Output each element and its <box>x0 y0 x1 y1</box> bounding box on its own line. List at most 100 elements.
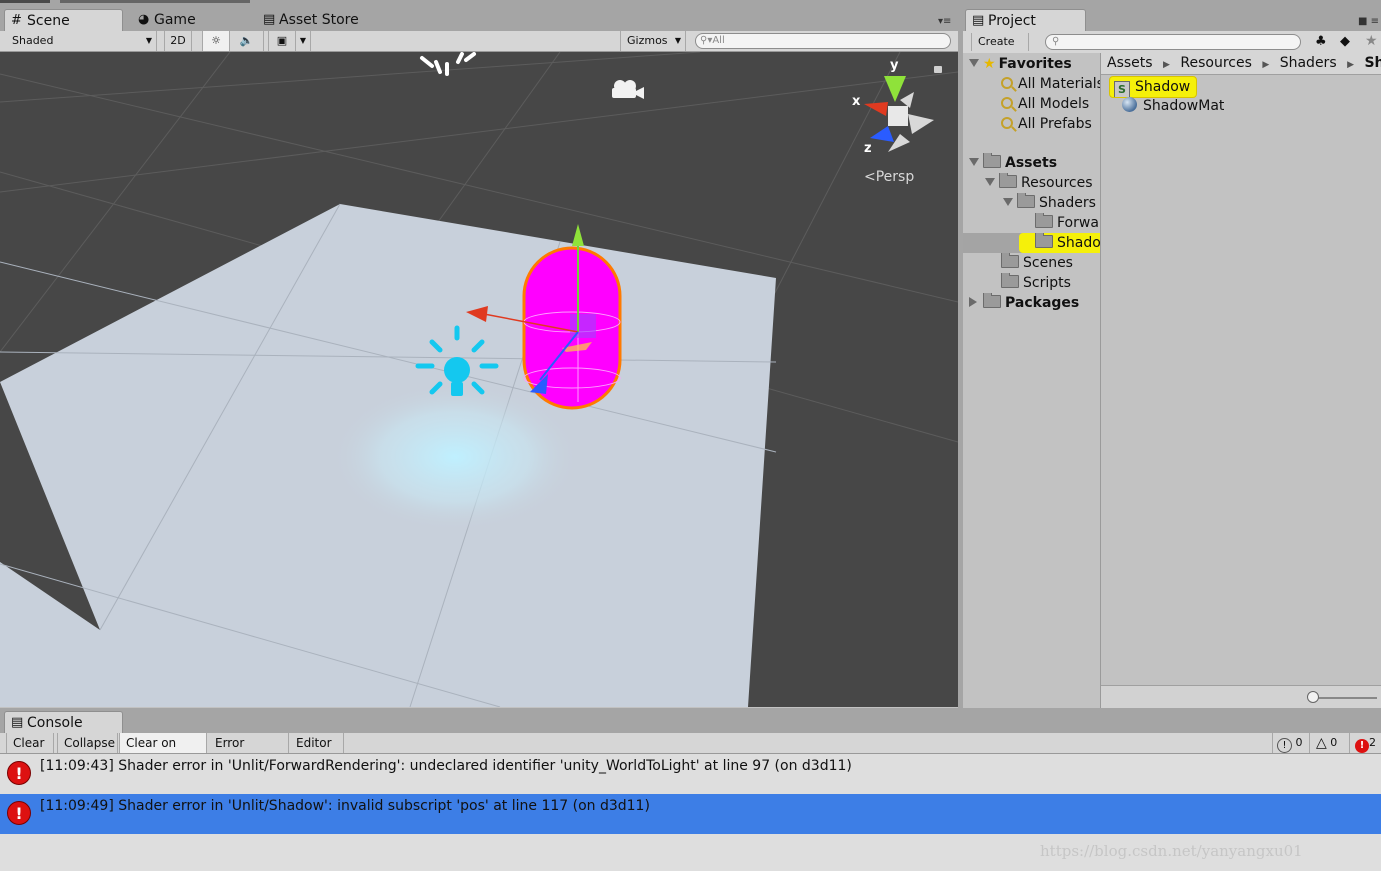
2d-toggle[interactable]: 2D <box>164 31 192 51</box>
asset-label: Shadow <box>1135 79 1191 95</box>
scene-search-input[interactable]: ⚲▾All <box>695 33 951 49</box>
tree-label: Forwa <box>1057 215 1099 231</box>
tree-forward[interactable]: Forwa <box>1035 213 1099 233</box>
tree-shaders[interactable]: Shaders <box>1003 193 1096 213</box>
chevron-down-icon: ▼ <box>299 36 307 45</box>
clear-on-play-toggle[interactable]: Clear on Play <box>119 733 207 770</box>
project-tree: ★ Favorites All Materials All Models All … <box>963 53 1101 708</box>
folder-icon <box>999 173 1017 188</box>
tab-asset-store[interactable]: ▤ Asset Store <box>257 9 397 31</box>
panel-menu-icon[interactable]: ▾≡ <box>938 16 951 27</box>
console-tabbar <box>0 711 1381 734</box>
favorite-star-icon[interactable]: ★ <box>1365 33 1378 49</box>
tree-all-models[interactable]: All Models <box>1001 94 1089 114</box>
error-count-toggle[interactable]: ! 2 <box>1352 733 1381 753</box>
pacman-icon: ◕ <box>138 12 150 27</box>
tree-favorites[interactable]: ★ Favorites <box>969 54 1072 74</box>
asset-shadowmat[interactable]: ShadowMat <box>1122 96 1224 116</box>
panel-menu-icon[interactable]: ■ ≡ <box>1358 16 1379 27</box>
folder-icon <box>1017 193 1035 208</box>
breadcrumb-item[interactable]: Shaders <box>1280 55 1337 71</box>
axis-label-z: z <box>864 141 872 156</box>
breadcrumb-item[interactable]: Resources <box>1180 55 1252 71</box>
tab-scene[interactable]: # Scene <box>4 9 123 31</box>
gizmos-dropdown[interactable]: Gizmos ▼ <box>620 31 686 51</box>
store-icon: ▤ <box>263 12 276 27</box>
info-icon: ! <box>1277 738 1292 753</box>
tree-scripts[interactable]: Scripts <box>1001 273 1071 293</box>
console-icon: ▤ <box>11 715 24 730</box>
projection-label: Persp <box>875 169 915 185</box>
scene-viewport[interactable]: y x z <Persp <box>0 52 958 707</box>
scene-canvas <box>0 52 958 707</box>
image-icon: ▣ <box>276 34 288 47</box>
tree-assets[interactable]: Assets <box>969 153 1057 173</box>
error-icon: ! <box>7 761 31 785</box>
axis-label-y: y <box>890 58 899 73</box>
tree-all-materials[interactable]: All Materials <box>1001 74 1101 94</box>
tab-project[interactable]: ▤ Project <box>965 9 1086 31</box>
editor-dropdown[interactable]: Editor ▼ <box>290 733 344 771</box>
projection-toggle[interactable]: <Persp <box>864 169 914 185</box>
shading-mode-dropdown[interactable]: Shaded ▼ <box>6 31 157 51</box>
toolbar-remnant <box>60 0 250 3</box>
filter-type-icon[interactable]: ♣ <box>1315 34 1327 49</box>
scene-toolbar: Shaded ▼ 2D ☼ 🔈 ▣ ▼ Gizmos ▼ ⚲▾All <box>0 31 958 52</box>
effects-toggle[interactable]: ▣ <box>268 31 296 51</box>
log-entry-text: [11:09:43] Shader error in 'Unlit/Forwar… <box>40 758 852 774</box>
folder-icon <box>1035 213 1053 228</box>
sun-icon: ☼ <box>211 34 221 47</box>
tree-label: All Materials <box>1018 76 1101 92</box>
folder-icon: ▤ <box>972 13 985 28</box>
tree-label: Resources <box>1021 175 1093 191</box>
search-icon: ⚲▾ <box>700 35 713 46</box>
tree-resources[interactable]: Resources <box>985 173 1093 193</box>
error-pause-toggle[interactable]: Error Pause <box>209 733 289 770</box>
project-content: Assets ▶ Resources ▶ Shaders ▶ Sha SShad… <box>1101 53 1381 708</box>
star-icon: ★ <box>983 56 996 72</box>
chevron-down-icon: ▼ <box>145 36 152 45</box>
axis-label-x: x <box>852 94 861 109</box>
search-icon: ⚲ <box>1052 36 1060 47</box>
tree-scenes[interactable]: Scenes <box>1001 253 1073 273</box>
effects-dropdown[interactable]: ▼ <box>296 31 311 51</box>
tab-game[interactable]: ◕ Game <box>132 9 242 31</box>
tab-label: Game <box>154 12 196 28</box>
breadcrumb-item[interactable]: Assets <box>1107 55 1153 71</box>
asset-label: ShadowMat <box>1143 98 1225 114</box>
search-icon <box>1001 97 1013 109</box>
tree-label: Shado <box>1057 235 1101 251</box>
log-entry[interactable]: ! [11:09:43] Shader error in 'Unlit/Forw… <box>0 754 1381 794</box>
warning-count: 0 <box>1330 736 1338 749</box>
tree-label: Scenes <box>1023 255 1073 271</box>
tree-shadow[interactable]: Shado <box>1019 233 1101 253</box>
tree-all-prefabs[interactable]: All Prefabs <box>1001 114 1092 134</box>
tree-packages[interactable]: Packages <box>969 293 1079 313</box>
lock-icon[interactable] <box>934 66 942 73</box>
collapse-button[interactable]: Collapse <box>57 733 118 753</box>
asset-shadow-shader[interactable]: S Shadow <box>1109 76 1198 98</box>
log-entry-selected[interactable]: ! [11:09:49] Shader error in 'Unlit/Shad… <box>0 794 1381 834</box>
audio-toggle[interactable]: 🔈 <box>230 31 264 51</box>
lighting-toggle[interactable]: ☼ <box>202 31 230 51</box>
filter-label-icon[interactable]: ◆ <box>1340 34 1350 49</box>
project-search-input[interactable]: ⚲ <box>1045 34 1301 50</box>
persp-arrow-icon: < <box>864 169 876 185</box>
expand-arrow-icon <box>1003 198 1013 206</box>
folder-icon <box>983 153 1001 168</box>
breadcrumb: Assets ▶ Resources ▶ Shaders ▶ Sha <box>1101 53 1381 75</box>
zoom-slider-handle[interactable] <box>1307 691 1319 703</box>
tree-label: All Prefabs <box>1018 116 1092 132</box>
clear-button[interactable]: Clear <box>6 733 54 753</box>
info-count-toggle[interactable]: ! 0 <box>1272 733 1310 753</box>
warning-icon: △ <box>1316 735 1327 751</box>
expand-arrow-icon <box>985 178 995 186</box>
create-dropdown[interactable]: Create ▼ <box>971 33 1029 65</box>
tab-console[interactable]: ▤ Console <box>4 711 123 733</box>
grid-icon: # <box>11 13 22 28</box>
breadcrumb-item[interactable]: Sha <box>1364 55 1381 71</box>
project-footer <box>1101 685 1381 708</box>
camera-icon[interactable] <box>612 80 644 99</box>
zoom-slider-track[interactable] <box>1313 697 1377 699</box>
warning-count-toggle[interactable]: △ 0 <box>1312 733 1350 753</box>
